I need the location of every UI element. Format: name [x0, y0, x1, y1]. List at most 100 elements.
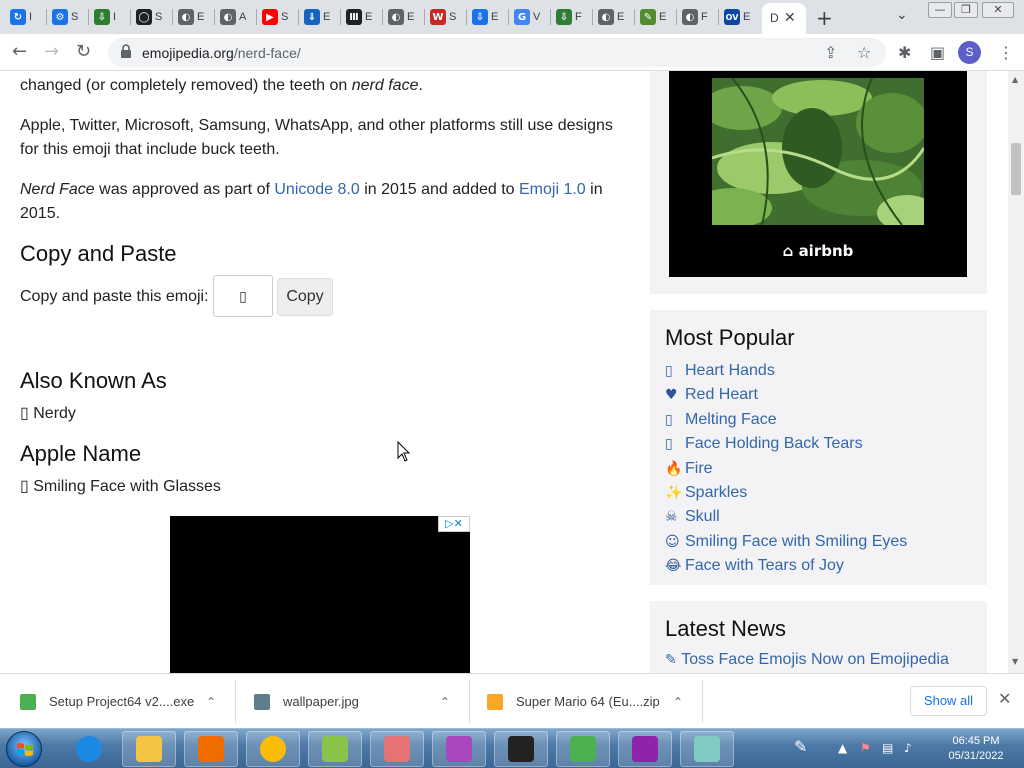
nerd-face-title-emphasis: Nerd Face: [20, 181, 95, 198]
taskbar-winrar[interactable]: [618, 731, 672, 767]
bookmark-star-icon[interactable]: ☆: [857, 43, 871, 62]
taskbar-7zip[interactable]: [494, 731, 548, 767]
tab-14[interactable]: ◐ E: [598, 5, 625, 29]
chrome-menu-icon[interactable]: ⋮: [998, 43, 1014, 62]
popular-item[interactable]: ▯ Heart Hands: [665, 359, 907, 383]
side-panel-icon[interactable]: ▣: [930, 43, 945, 62]
scroll-down-arrow-icon[interactable]: ▼: [1012, 657, 1018, 666]
tab-9[interactable]: ◐ E: [388, 5, 415, 29]
popular-item[interactable]: ✨ Sparkles: [665, 481, 907, 505]
news-item-label: Toss Face Emojis Now on Emojipedia: [681, 651, 949, 668]
taskbar-project64[interactable]: [556, 731, 610, 767]
flag-icon[interactable]: ⚑: [860, 741, 871, 755]
tab-5[interactable]: ◐ A: [220, 5, 247, 29]
tab-2[interactable]: ⇩ I: [94, 5, 121, 29]
tab-10[interactable]: WS: [430, 5, 457, 29]
emoji-1-link[interactable]: Emoji 1.0: [519, 181, 586, 198]
popular-item[interactable]: ▯ Face Holding Back Tears: [665, 432, 907, 456]
tab-4[interactable]: ◐ E: [178, 5, 205, 29]
tab-favicon-icon: G: [514, 9, 530, 25]
tab-11[interactable]: ⇩ E: [472, 5, 499, 29]
tab-label: V: [533, 11, 541, 23]
tab-favicon-icon: W: [430, 9, 446, 25]
popular-item[interactable]: ☠ Skull: [665, 505, 907, 529]
show-hidden-icons-icon[interactable]: ▲: [838, 741, 847, 755]
taskbar-chrome[interactable]: [246, 731, 300, 767]
adchoices-icon[interactable]: ▷✕: [438, 516, 470, 532]
popular-emoji-icon: ♥: [665, 387, 678, 404]
tab-search-icon[interactable]: ⌄: [896, 7, 908, 23]
taskbar-paint[interactable]: [308, 731, 362, 767]
tab-12[interactable]: GV: [514, 5, 541, 29]
scroll-thumb[interactable]: [1011, 143, 1021, 195]
popular-item[interactable]: ♥ Red Heart: [665, 383, 907, 407]
start-button[interactable]: [6, 731, 42, 767]
back-button[interactable]: ←: [12, 41, 27, 62]
video-ad[interactable]: ▷✕: [170, 516, 470, 673]
tab-17[interactable]: OV E: [724, 5, 751, 29]
popular-item[interactable]: 🔥 Fire: [665, 457, 907, 481]
minimize-button[interactable]: —: [928, 2, 952, 18]
tab-0[interactable]: ↻ I: [10, 5, 37, 29]
download-bar-close-icon[interactable]: ✕: [998, 689, 1011, 708]
tab-active[interactable]: D ✕: [762, 3, 806, 34]
tab-1[interactable]: ⚙ S: [52, 5, 79, 29]
window-close-button[interactable]: ✕: [982, 2, 1014, 18]
popular-emoji-icon: 🔥: [665, 460, 683, 477]
tab-separator: [634, 9, 635, 25]
taskbar-crayon-app[interactable]: [370, 731, 424, 767]
news-item-link[interactable]: ✎ Toss Face Emojis Now on Emojipedia: [665, 651, 949, 669]
download-item[interactable]: wallpaper.jpg ⌃: [234, 674, 468, 729]
popular-item[interactable]: ☺ Smiling Face with Smiling Eyes: [665, 530, 907, 554]
popular-emoji-icon: ☠: [665, 509, 678, 526]
copy-button[interactable]: Copy: [277, 278, 333, 316]
download-options-chevron-icon[interactable]: ⌃: [206, 695, 216, 709]
tab-label: S: [155, 11, 163, 23]
page-scrollbar[interactable]: ▲ ▼: [1008, 71, 1024, 673]
taskbar-notepad-app[interactable]: [680, 731, 734, 767]
address-bar[interactable]: emojipedia.org/nerd-face/ ⇪ ☆: [108, 38, 886, 67]
download-file-name: wallpaper.jpg: [283, 694, 359, 709]
scroll-up-arrow-icon[interactable]: ▲: [1012, 75, 1018, 84]
profile-avatar[interactable]: S: [958, 41, 981, 64]
show-all-button[interactable]: Show all: [910, 686, 987, 716]
copy-emoji-field[interactable]: ▯: [213, 275, 273, 317]
tab-close-icon[interactable]: ✕: [784, 9, 796, 26]
airbnb-ad[interactable]: ⌂ airbnb: [669, 71, 967, 277]
taskbar-file-explorer[interactable]: [122, 731, 176, 767]
download-item[interactable]: Super Mario 64 (Eu....zip ⌃: [467, 674, 701, 729]
maximize-button[interactable]: ❐: [954, 2, 978, 18]
share-icon[interactable]: ⇪: [824, 43, 837, 62]
megaphone-icon: ✎: [665, 652, 682, 668]
tab-favicon-icon: ⚙: [52, 9, 68, 25]
clock[interactable]: 06:45 PM 05/31/2022: [936, 734, 1016, 764]
tab-favicon-icon: ⇩: [94, 9, 110, 25]
forward-button[interactable]: →: [44, 41, 59, 62]
taskbar-paint-brush-app[interactable]: [432, 731, 486, 767]
most-popular-list: ▯ Heart Hands ♥ Red Heart ▯ Melting Face ▯ Face…: [665, 359, 907, 579]
lock-icon[interactable]: [120, 44, 132, 58]
extensions-icon[interactable]: ✱: [898, 43, 911, 62]
taskbar-media-player[interactable]: [184, 731, 238, 767]
unicode-8-link[interactable]: Unicode 8.0: [274, 181, 359, 198]
tab-6[interactable]: ▶ S: [262, 5, 289, 29]
tab-8[interactable]: ⅢE: [346, 5, 373, 29]
windows-taskbar: ✎ ▲ ⚑ ▤ ♪ 06:45 PM 05/31/2022: [0, 728, 1024, 768]
tab-16[interactable]: ◐ F: [682, 5, 709, 29]
tab-label: S: [281, 11, 289, 23]
new-tab-button[interactable]: +: [816, 6, 833, 30]
tab-13[interactable]: ⇩ F: [556, 5, 583, 29]
taskbar-internet-explorer[interactable]: [62, 731, 116, 767]
popular-item[interactable]: ▯ Melting Face: [665, 408, 907, 432]
reload-button[interactable]: ↻: [76, 41, 91, 62]
volume-icon[interactable]: ♪: [904, 741, 912, 755]
download-options-chevron-icon[interactable]: ⌃: [440, 695, 450, 709]
download-options-chevron-icon[interactable]: ⌃: [673, 695, 683, 709]
network-icon[interactable]: ▤: [882, 741, 893, 755]
download-item[interactable]: Setup Project64 v2....exe ⌃: [0, 674, 234, 729]
tab-3[interactable]: ◯ S: [136, 5, 163, 29]
popular-item[interactable]: 😂 Face with Tears of Joy: [665, 554, 907, 578]
notepad-tray-icon[interactable]: ✎: [794, 737, 807, 756]
tab-15[interactable]: ✎ E: [640, 5, 667, 29]
tab-7[interactable]: ⇓ E: [304, 5, 331, 29]
